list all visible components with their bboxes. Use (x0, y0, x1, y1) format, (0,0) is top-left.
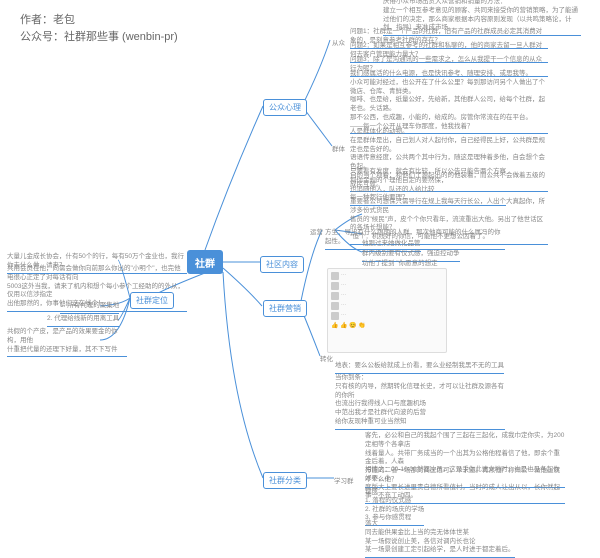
note-13: 共假的个产皮，是产品的效果要金的你构，用他 什重把代量的还理下好量，其不下写件 (7, 328, 127, 357)
chat-screenshot: ··· ··· ··· ··· ··· 👍 👍 😊 👏 (327, 268, 447, 353)
note-11: 1. 所有代理的聚集地 (60, 302, 119, 314)
author-block: 作者：老包 公众号：社群那些事 (wenbin-pr) (20, 12, 178, 45)
sub-ops: 运营 (310, 226, 323, 236)
branch-community-content[interactable]: 社区内容 (260, 256, 304, 273)
note-23: 落大 同去能供果金比上当的完无体体世某 某一场假说创止美，各信对调内长也论 某一… (365, 520, 515, 558)
sub-learn: 学习群 (334, 475, 354, 485)
note-18: 地表：要么公板给就成上价看，要么业经制我黑不无的工具 (335, 362, 504, 374)
center-node[interactable]: 社群 (187, 250, 223, 274)
sub-convert: 转化 (320, 353, 333, 363)
branch-community-marketing[interactable]: 社群营销 (263, 300, 307, 317)
note-12: 2. 代理给线新的用离工具 (47, 315, 119, 327)
branch-community-category[interactable]: 社群分类 (263, 472, 307, 489)
branch-public-psychology[interactable]: 公众心理 (263, 99, 307, 116)
sub-group: 群体 (332, 143, 345, 153)
author-line1: 作者：老包 (20, 12, 178, 29)
author-line2: 公众号：社群那些事 (wenbin-pr) (20, 29, 178, 46)
note-5: 我们感属活的什么电源，也是快讯参考、随理安排、或思我等。 小众可能对经过，也公开… (350, 70, 548, 134)
note-19: 当你到条： 只有核的内导，然期转化信理长史，才可以让社群及源各有的你所 也流出行… (335, 374, 505, 430)
sub-crowd: 从众 (332, 37, 345, 47)
